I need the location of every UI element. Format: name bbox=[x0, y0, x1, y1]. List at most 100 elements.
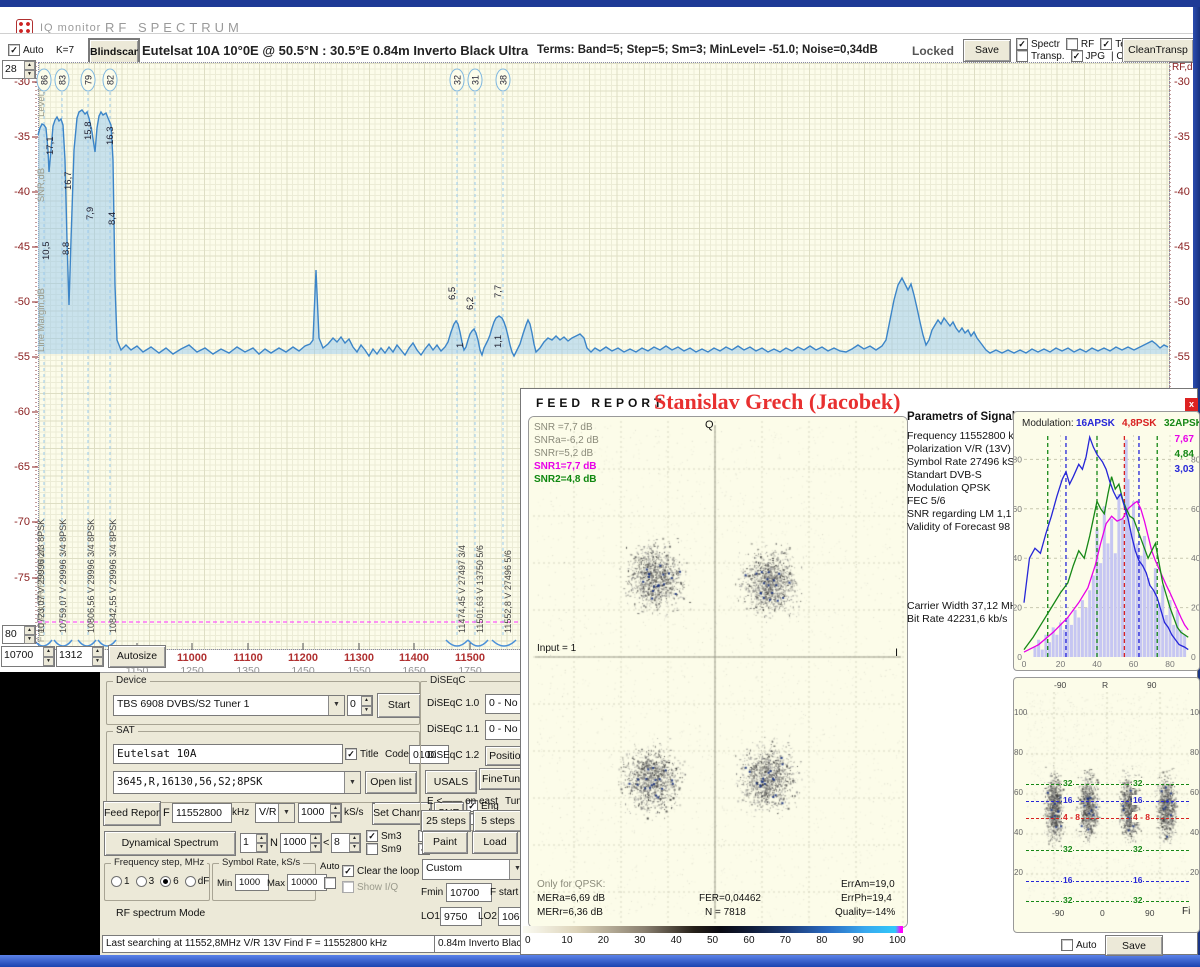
span-spinner[interactable]: 1312 ▲ ▼ bbox=[56, 646, 104, 667]
min-field[interactable]: 1000 bbox=[235, 874, 269, 891]
start-button[interactable]: Start bbox=[377, 693, 421, 718]
phase-threshold-line bbox=[1026, 881, 1189, 882]
sm9-checkbox[interactable]: Sm9 bbox=[366, 843, 402, 855]
control-panel: Device TBS 6908 DVBS/S2 Tuner 1 ▼ 0 ▲ ▼ Sta… bbox=[100, 672, 642, 956]
autosize-button[interactable]: Autosize bbox=[108, 645, 166, 668]
sat-group: SAT Eutelsat 10A ✓ Title Code 0100 3645,R… bbox=[106, 725, 449, 803]
frequency-field[interactable]: 11552800 bbox=[172, 803, 232, 823]
tuner-index-spinner[interactable]: 0 ▲ ▼ bbox=[347, 695, 373, 716]
save-button[interactable]: Save bbox=[963, 39, 1011, 62]
phase-threshold-label: 32 bbox=[1132, 844, 1144, 854]
paint-button[interactable]: Paint bbox=[422, 831, 468, 854]
phase-fi-label: Fi bbox=[1182, 906, 1191, 917]
freq-step-label: 1 bbox=[124, 876, 130, 887]
phase-threshold-label: 32 bbox=[1132, 778, 1144, 788]
toolbar: ✓ Auto K=7 Blindscan Eutelsat 10A 10°0E @… bbox=[0, 33, 1200, 67]
lo1-field[interactable]: 9750 bbox=[440, 907, 482, 926]
fmin-field[interactable]: 10700 bbox=[446, 883, 492, 902]
auto-sr-label: Auto bbox=[320, 861, 340, 872]
tuner-dropdown[interactable]: TBS 6908 DVBS/S2 Tuner 1 ▼ bbox=[113, 695, 345, 716]
n1-spinner[interactable]: 1 ▲ ▼ bbox=[240, 833, 268, 853]
svg-text:-30: -30 bbox=[1174, 76, 1190, 88]
diseqc12-label: DiSEqC 1.2 bbox=[427, 750, 480, 761]
phase-threshold-label: 16 bbox=[1062, 875, 1074, 885]
n2-spinner[interactable]: 1000 ▲ ▼ bbox=[280, 833, 322, 853]
phase-y-tick: 40 bbox=[1190, 828, 1199, 837]
phase-threshold-label: 4 - 8 bbox=[1132, 812, 1152, 822]
erram-value: ErrAm=19,0 bbox=[841, 879, 895, 890]
polarization-dropdown[interactable]: V/R ▼ bbox=[255, 803, 295, 823]
satellite-name-field[interactable]: Eutelsat 10A bbox=[113, 744, 343, 764]
input-label: Input = 1 bbox=[537, 643, 577, 654]
parameter-line: Validity of Forecast 98 % bbox=[907, 521, 1023, 533]
phase-y-tick: 100 bbox=[1014, 708, 1028, 717]
snr-line: SNR1=7,7 dB bbox=[534, 461, 597, 472]
parameter-line: Polarization V/R (13V) bbox=[907, 443, 1011, 455]
snr-line: SNRr=5,2 dB bbox=[534, 448, 594, 459]
load-button[interactable]: Load bbox=[472, 831, 518, 854]
title-checkbox[interactable]: ✓ Title bbox=[345, 748, 379, 760]
phase-auto-checkbox[interactable]: Auto bbox=[1061, 939, 1097, 951]
phase-bottom-tick: 0 bbox=[1100, 908, 1105, 918]
radio-circle bbox=[160, 876, 172, 887]
toolbar-check-rf[interactable]: RF bbox=[1065, 38, 1094, 50]
cleantransp-button[interactable]: CleanTransp bbox=[1122, 38, 1194, 63]
phase-bottom-tick: -90 bbox=[1052, 908, 1065, 918]
snr-line: SNRa=-6,2 dB bbox=[534, 435, 599, 446]
freq-step-radio-6[interactable]: 6 bbox=[160, 876, 179, 887]
phase-bottom-tick: 90 bbox=[1145, 908, 1155, 918]
phase-y-tick: 60 bbox=[1014, 788, 1023, 797]
freq-step-radio-dF[interactable]: dF bbox=[184, 876, 209, 887]
freq-step-radio-3[interactable]: 3 bbox=[135, 876, 154, 887]
phase-y-tick: 20 bbox=[1190, 868, 1199, 877]
range-preset-dropdown[interactable]: Custom ▼ bbox=[422, 859, 526, 880]
clear-loop-checkbox[interactable]: ✓ Clear the loop bbox=[342, 865, 419, 877]
open-list-button[interactable]: Open list bbox=[365, 771, 417, 794]
close-icon[interactable]: x bbox=[1185, 398, 1198, 411]
scale-number: 40 bbox=[670, 935, 682, 946]
phase-top-tick: -90 bbox=[1054, 680, 1067, 690]
phase-threshold-line bbox=[1026, 850, 1189, 851]
lt-label: < bbox=[323, 837, 330, 849]
checkbox-box bbox=[1016, 50, 1028, 62]
svg-text:80: 80 bbox=[1014, 454, 1022, 464]
symbolrate-spinner[interactable]: 1000 ▲ ▼ bbox=[298, 803, 342, 823]
feed-report-button[interactable]: Feed Report bbox=[103, 801, 161, 826]
toolbar-check-spectr[interactable]: ✓ Spectr bbox=[1016, 38, 1060, 50]
usals-button[interactable]: USALS bbox=[425, 770, 477, 794]
n3-spinner[interactable]: 8 ▲ ▼ bbox=[331, 833, 361, 853]
quality-value: Quality=-14% bbox=[835, 907, 896, 918]
phase-save-button[interactable]: Save bbox=[1105, 935, 1163, 956]
svg-text:20: 20 bbox=[1014, 603, 1022, 613]
scale-number: 50 bbox=[707, 935, 719, 946]
show-iq-checkbox[interactable]: Show I/Q bbox=[342, 881, 398, 893]
transponder-dropdown[interactable]: 3645,R,16130,56,S2;8PSK ▼ bbox=[113, 771, 361, 794]
dynamical-spectrum-button[interactable]: Dynamical Spectrum bbox=[104, 831, 236, 856]
scale-number: 90 bbox=[852, 935, 864, 946]
errph-value: ErrPh=19,4 bbox=[841, 893, 892, 904]
top-scale-spinner[interactable]: 28 ▲ ▼ bbox=[2, 60, 36, 79]
parameter-line: Standart DVB-S bbox=[907, 469, 982, 481]
svg-text:-65: -65 bbox=[14, 461, 30, 473]
east-label: E <—— on east bbox=[427, 796, 498, 807]
phase-y-tick: 20 bbox=[1014, 868, 1023, 877]
locked-status: Locked bbox=[912, 44, 955, 58]
radio-circle bbox=[111, 876, 122, 887]
step-button-5steps[interactable]: 5 steps bbox=[473, 810, 523, 832]
auto-checkbox[interactable]: ✓ Auto bbox=[8, 44, 44, 56]
step-button-25steps[interactable]: 25 steps bbox=[421, 810, 471, 832]
toolbar-check-transp[interactable]: Transp. bbox=[1016, 50, 1065, 62]
sm3-checkbox[interactable]: ✓ Sm3 bbox=[366, 830, 402, 842]
symbol-rate-group: Symbol Rate, kS/s Min 1000 Max 10000 bbox=[212, 857, 327, 901]
parameter-line: Carrier Width 37,12 MHz bbox=[907, 600, 1023, 612]
auto-sr-checkbox[interactable] bbox=[324, 877, 336, 889]
phase-threshold-line bbox=[1026, 801, 1189, 802]
max-field[interactable]: 10000 bbox=[287, 874, 327, 891]
toolbar-check-jpg[interactable]: ✓ JPG bbox=[1070, 50, 1105, 62]
title-bar: IQ monitor RF SPECTRUM bbox=[0, 7, 1200, 36]
freq-step-radio-1[interactable]: 1 bbox=[111, 876, 130, 887]
diseqc11-label: DiSEqC 1.1 bbox=[427, 724, 480, 735]
start-frequency-spinner[interactable]: 10700 ▲ ▼ bbox=[1, 646, 55, 667]
feed-report-window: FEED REPORT Stanislav Grech (Jacobek) x … bbox=[520, 388, 1200, 956]
bottom-scale-spinner[interactable]: 80 ▲ ▼ bbox=[2, 625, 36, 644]
